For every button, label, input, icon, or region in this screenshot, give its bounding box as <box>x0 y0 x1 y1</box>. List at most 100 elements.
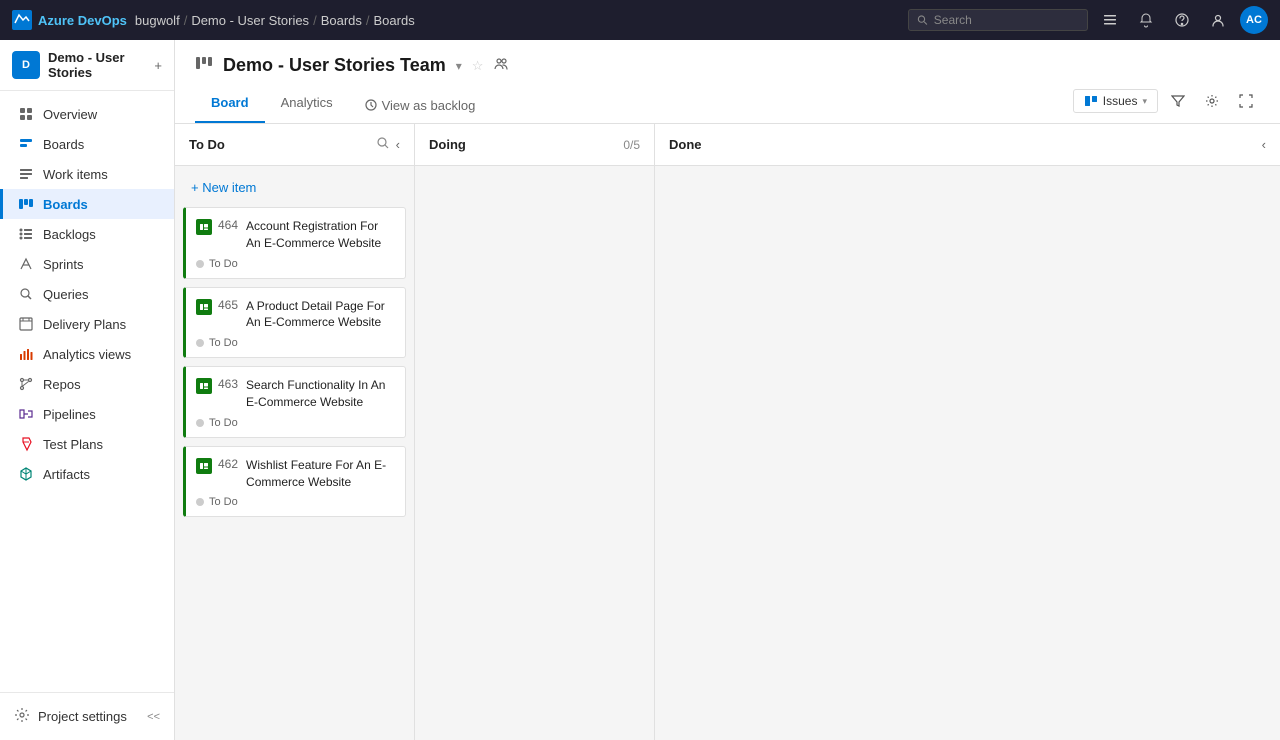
search-icon <box>917 14 928 26</box>
topbar: Azure DevOps bugwolf / Demo - User Stori… <box>0 0 1280 40</box>
work-items-icon <box>17 165 35 183</box>
status-dot-462 <box>196 498 204 506</box>
title-row: Demo - User Stories Team ▾ ☆ <box>195 54 1260 77</box>
fullscreen-button[interactable] <box>1232 87 1260 115</box>
azure-devops-logo[interactable]: Azure DevOps <box>12 10 127 30</box>
help-icon[interactable] <box>1168 6 1196 34</box>
sidebar-footer: Project settings << <box>0 692 174 740</box>
card-463[interactable]: 463 Search Functionality In An E-Commerc… <box>183 366 406 438</box>
column-doing-body <box>415 166 654 740</box>
sidebar-item-boards-top[interactable]: Boards <box>0 129 174 159</box>
sidebar-item-work-items[interactable]: Work items <box>0 159 174 189</box>
gear-icon <box>1205 94 1219 108</box>
breadcrumb-boards1[interactable]: Boards <box>321 13 362 28</box>
sidebar-item-artifacts[interactable]: Artifacts <box>0 459 174 489</box>
overview-icon <box>17 105 35 123</box>
column-doing-title: Doing <box>429 137 466 152</box>
column-done-title: Done <box>669 137 702 152</box>
issues-button[interactable]: Issues ▾ <box>1073 89 1158 113</box>
sidebar-item-repos[interactable]: Repos <box>0 369 174 399</box>
artifacts-icon <box>17 465 35 483</box>
card-type-icon-462 <box>196 458 212 474</box>
issues-chevron-icon: ▾ <box>1142 96 1147 107</box>
settings-toolbar-button[interactable] <box>1198 87 1226 115</box>
sidebar-project[interactable]: D Demo - User Stories + <box>0 40 174 91</box>
card-title-465: A Product Detail Page For An E-Commerce … <box>246 298 395 332</box>
breadcrumb-boards2[interactable]: Boards <box>374 13 415 28</box>
column-todo-collapse[interactable]: ‹ <box>396 137 400 152</box>
main-layout: D Demo - User Stories + Overview <box>0 40 1280 740</box>
card-462[interactable]: 462 Wishlist Feature For An E-Commerce W… <box>183 446 406 518</box>
settings-icon <box>14 707 30 726</box>
card-id-462: 462 <box>218 457 238 471</box>
list-icon[interactable] <box>1096 6 1124 34</box>
status-dot-464 <box>196 260 204 268</box>
content-header: Demo - User Stories Team ▾ ☆ Board Analy… <box>175 40 1280 124</box>
title-chevron-icon[interactable]: ▾ <box>456 59 462 73</box>
project-name: Demo - User Stories <box>48 50 146 80</box>
tab-analytics[interactable]: Analytics <box>265 87 349 123</box>
breadcrumb-demo[interactable]: Demo - User Stories <box>191 13 309 28</box>
star-icon[interactable]: ☆ <box>472 58 484 74</box>
issues-icon <box>1084 94 1098 108</box>
search-box[interactable] <box>908 9 1088 31</box>
card-type-icon-465 <box>196 299 212 315</box>
card-type-icon-463 <box>196 378 212 394</box>
search-input[interactable] <box>934 13 1079 27</box>
sidebar-item-queries[interactable]: Queries <box>0 279 174 309</box>
sidebar-item-delivery-plans[interactable]: Delivery Plans <box>0 309 174 339</box>
column-done-header: Done ‹ <box>655 124 1280 166</box>
notification-icon[interactable] <box>1132 6 1160 34</box>
column-todo-header: To Do ‹ <box>175 124 414 166</box>
clock-icon <box>365 99 377 111</box>
column-search-icon[interactable] <box>376 136 390 153</box>
status-dot-465 <box>196 339 204 347</box>
sprints-icon <box>17 255 35 273</box>
card-type-icon-464 <box>196 219 212 235</box>
board-icon <box>195 54 213 77</box>
column-done-body <box>655 166 1280 740</box>
sidebar-item-pipelines[interactable]: Pipelines <box>0 399 174 429</box>
card-id-464: 464 <box>218 218 238 232</box>
sidebar-item-backlogs[interactable]: Backlogs <box>0 219 174 249</box>
sidebar-item-analytics-views[interactable]: Analytics views <box>0 339 174 369</box>
test-plans-icon <box>17 435 35 453</box>
fullscreen-icon <box>1239 94 1253 108</box>
sidebar: D Demo - User Stories + Overview <box>0 40 175 740</box>
analytics-icon <box>17 345 35 363</box>
pipelines-icon <box>17 405 35 423</box>
collapse-icon[interactable]: << <box>147 711 160 723</box>
breadcrumb: bugwolf / Demo - User Stories / Boards /… <box>135 13 415 28</box>
card-title-463: Search Functionality In An E-Commerce We… <box>246 377 395 411</box>
user-settings-icon[interactable] <box>1204 6 1232 34</box>
card-465[interactable]: 465 A Product Detail Page For An E-Comme… <box>183 287 406 359</box>
repos-icon <box>17 375 35 393</box>
tab-view-backlog[interactable]: View as backlog <box>349 87 492 123</box>
sidebar-nav: Overview Boards <box>0 91 174 692</box>
column-done-collapse[interactable]: ‹ <box>1262 137 1266 152</box>
sidebar-item-overview[interactable]: Overview <box>0 99 174 129</box>
project-settings-item[interactable]: Project settings << <box>0 701 174 732</box>
project-add-button[interactable]: + <box>154 58 162 73</box>
tab-board[interactable]: Board <box>195 87 265 123</box>
sidebar-item-boards[interactable]: Boards <box>0 189 174 219</box>
sidebar-item-test-plans[interactable]: Test Plans <box>0 429 174 459</box>
delivery-plans-icon <box>17 315 35 333</box>
sidebar-item-sprints[interactable]: Sprints <box>0 249 174 279</box>
card-title-462: Wishlist Feature For An E-Commerce Websi… <box>246 457 395 491</box>
card-id-463: 463 <box>218 377 238 391</box>
column-todo-title: To Do <box>189 137 225 152</box>
queries-icon <box>17 285 35 303</box>
team-members-icon[interactable] <box>493 56 509 75</box>
breadcrumb-bugwolf[interactable]: bugwolf <box>135 13 180 28</box>
filter-icon <box>1171 94 1185 108</box>
filter-button[interactable] <box>1164 87 1192 115</box>
card-464[interactable]: 464 Account Registration For An E-Commer… <box>183 207 406 279</box>
new-item-button[interactable]: + New item <box>183 176 406 199</box>
card-status-463: To Do <box>196 417 395 429</box>
column-todo: To Do ‹ + <box>175 124 415 740</box>
user-avatar[interactable]: AC <box>1240 6 1268 34</box>
status-dot-463 <box>196 419 204 427</box>
column-doing-header: Doing 0/5 <box>415 124 654 166</box>
board-title: Demo - User Stories Team <box>223 55 446 76</box>
